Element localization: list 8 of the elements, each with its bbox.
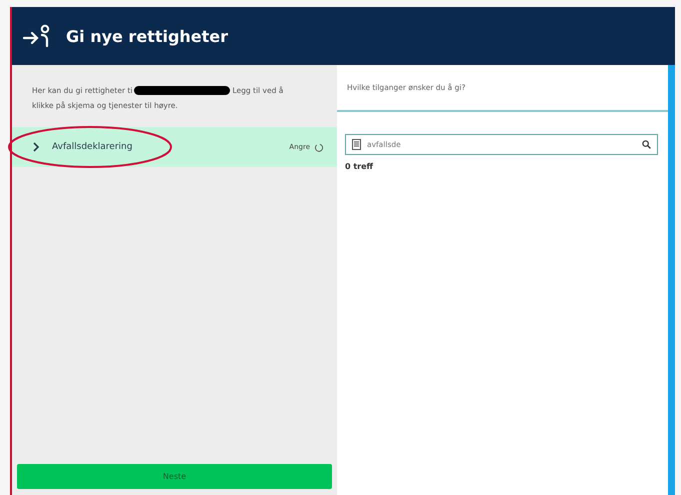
next-button[interactable]: Neste (17, 464, 332, 489)
search-icon (642, 140, 651, 149)
result-count: 0 treff (345, 162, 374, 171)
service-name: Avfallsdeklarering (52, 142, 134, 152)
document-icon (352, 139, 361, 150)
undo-icon (314, 142, 323, 152)
arrow-person-icon (22, 24, 52, 48)
window-title: Gi nye rettigheter (66, 26, 228, 46)
